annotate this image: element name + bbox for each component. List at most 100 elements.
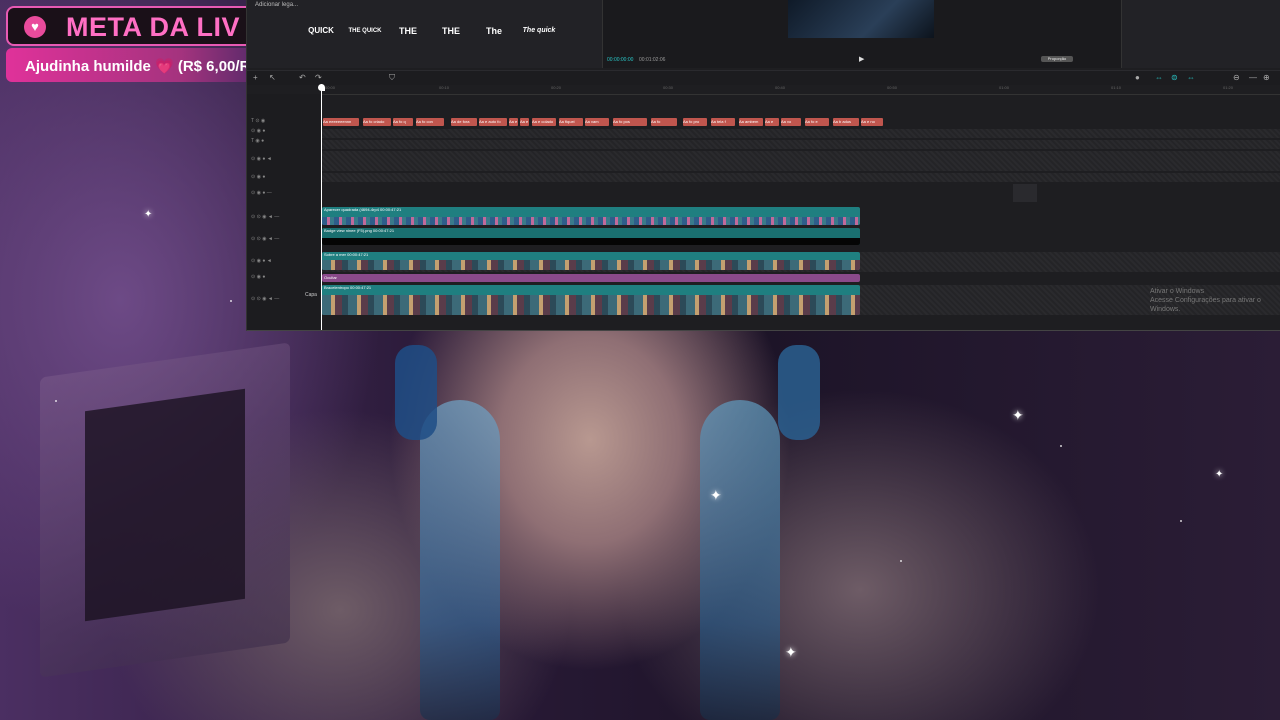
caption-clip[interactable]: Aa fo (651, 118, 677, 126)
star-dot (1180, 520, 1182, 522)
drag-ghost (1013, 184, 1037, 202)
sparkle-icon: ✦ (710, 487, 722, 503)
ruler-tick: 01:10 (1111, 85, 1122, 90)
link-icon[interactable]: ⇔ (1155, 73, 1163, 82)
caption-clip[interactable]: Aa tela f (711, 118, 735, 126)
caption-clip[interactable]: Aa fo pro (683, 118, 707, 126)
properties-panel (1122, 0, 1280, 68)
caption-clip[interactable]: Aa de fora (451, 118, 477, 126)
watermark-line: Acesse Configurações para ativar o Windo… (1150, 297, 1261, 313)
caption-clip[interactable]: Aa e auto fo (479, 118, 507, 126)
hair-right (700, 400, 780, 720)
add-caption-button[interactable]: Adicionar lega... (255, 2, 298, 8)
timecode-current: 00:00:00:00 (607, 57, 634, 63)
text-styles-panel: Adicionar lega... QUICK THE QUICK THE TH… (247, 0, 603, 68)
ruler-tick: 01:20 (1223, 85, 1234, 90)
caption-clip[interactable]: Aa fo con (416, 118, 444, 126)
clip-thumbnails (322, 217, 860, 225)
headset-right (778, 345, 820, 440)
ruler-tick: 01:00 (999, 85, 1010, 90)
star-dot (230, 300, 232, 302)
ruler-tick: 00:40 (775, 85, 786, 90)
caption-clip[interactable]: Aa b adus (833, 118, 859, 126)
caption-clip[interactable]: Aa fo pos (613, 118, 647, 126)
text-style-preset[interactable]: QUICK (303, 20, 339, 42)
track-header-video[interactable]: ⊙ ◉ ● ◄ (251, 258, 272, 264)
play-icon[interactable]: ▶ (859, 55, 864, 63)
clip-label: Bracelentropo 00:00:47:21 (324, 285, 372, 290)
clip-label: Aparecer quadrada (4694-4rp4 00:00:47:21 (324, 207, 402, 212)
sparkle-icon: ✦ (785, 644, 797, 660)
main-video-clip[interactable]: Bracelentropo 00:00:47:21 (322, 285, 860, 315)
video-preview (788, 0, 934, 38)
windows-activation-watermark: Ativar o Windows Acesse Configurações pa… (1150, 287, 1280, 314)
microphone-icon[interactable]: ● (1135, 73, 1140, 82)
audio-clip[interactable]: Ocultar (322, 274, 860, 282)
redo-icon[interactable]: ↷ (315, 73, 322, 82)
caption-clip[interactable]: Aa e colado (532, 118, 556, 126)
watermark-line: Ativar o Windows (1150, 288, 1205, 295)
cover-button[interactable]: Capa (305, 292, 317, 298)
caption-clip[interactable]: Aa fo q (393, 118, 413, 126)
empty-track (321, 140, 1280, 149)
hair-left (420, 400, 500, 720)
video-editor-window: Adicionar lega... QUICK THE QUICK THE TH… (246, 0, 1280, 331)
zoom-slider-icon[interactable]: — (1249, 73, 1257, 82)
caption-clip[interactable]: Aa fo e (805, 118, 829, 126)
clip-thumbnails (322, 260, 860, 270)
track-header-video[interactable]: ⊙ ⊙ ◉ ◄ — (251, 236, 279, 242)
track-header-text[interactable]: T ⊙ ◉ (251, 118, 265, 124)
shield-icon[interactable]: ⛉ (389, 73, 395, 83)
split-icon[interactable]: ⇔ (1187, 73, 1195, 82)
playhead[interactable] (318, 84, 325, 330)
caption-clip[interactable]: Aa e no (861, 118, 883, 126)
caption-clip[interactable]: Aa vam (585, 118, 609, 126)
track-header-text[interactable]: ⊙ ◉ ● ◄ (251, 156, 272, 162)
magnet-icon[interactable]: ⊜ (1171, 73, 1178, 82)
track-header-video[interactable]: ⊙ ◉ ● (251, 274, 265, 280)
track-header-text[interactable]: ⊙ ◉ ● (251, 128, 265, 134)
caption-clip[interactable]: Aa e (765, 118, 779, 126)
caption-clip[interactable]: Aa ambem (739, 118, 763, 126)
timecode-total: 00:01:02:06 (639, 57, 666, 63)
text-style-preset[interactable]: The (476, 20, 512, 42)
track-header-video[interactable]: ⊙ ⊙ ◉ ◄ — (251, 214, 279, 220)
sparkle-icon: ✦ (1012, 407, 1024, 423)
clip-thumbnails (322, 238, 860, 245)
text-style-preset[interactable]: The quick (519, 20, 559, 42)
sparkle-icon: ✦ (144, 209, 153, 220)
caption-clip[interactable]: Aa e (520, 118, 529, 126)
timeline-toolbar: + ↖ ↶ ↷ ⛉ ● ⇔ ⊜ ⇔ ⊖ — ⊕ (247, 70, 1280, 85)
heart-icon: ♥ (24, 16, 46, 38)
track-header-main[interactable]: ⊙ ⊙ ◉ ◄ — (251, 296, 279, 302)
clip-thumbnails (322, 295, 860, 315)
caption-track: Aa eeeeeeennn Aa fo criado Aa fo q Aa fo… (321, 118, 1280, 127)
star-dot (1060, 445, 1062, 447)
select-tool-icon[interactable]: ↖ (269, 73, 276, 82)
video-clip[interactable]: Sobre a mer 00:00:47:21 (322, 252, 860, 270)
empty-track (321, 173, 1280, 182)
undo-icon[interactable]: ↶ (299, 73, 306, 82)
caption-clip[interactable]: Aa fo criado (363, 118, 391, 126)
caption-clip[interactable]: Aa fiquei (559, 118, 583, 126)
text-style-preset[interactable]: THE (390, 20, 426, 42)
caption-clip[interactable]: Aa vo (781, 118, 801, 126)
aspect-ratio-button[interactable]: Proporção (1041, 56, 1073, 62)
clip-label: Ocultar (324, 275, 337, 280)
zoom-out-icon[interactable]: ⊖ (1233, 73, 1240, 82)
add-icon[interactable]: + (253, 73, 258, 82)
video-clip[interactable]: Aparecer quadrada (4694-4rp4 00:00:47:21 (322, 207, 860, 225)
track-header-text[interactable]: ⊙ ◉ ● — (251, 190, 272, 196)
ruler-tick: 00:00 (325, 85, 336, 90)
zoom-in-icon[interactable]: ⊕ (1263, 73, 1270, 82)
image-clip[interactable]: Badge view ninee (F5).png 00:00:47:21 (322, 228, 860, 245)
clip-label: Sobre a mer 00:00:47:21 (324, 252, 369, 257)
caption-clip[interactable]: Aa eeeeeeennn (323, 118, 359, 126)
track-header-text[interactable]: ⊙ ◉ ● (251, 174, 265, 180)
clip-label: Badge view ninee (F5).png 00:00:47:21 (324, 228, 395, 233)
timeline-ruler[interactable]: 00:00 00:10 00:20 00:30 00:40 00:50 01:0… (321, 84, 1280, 95)
track-header-text[interactable]: T ◉ ● (251, 138, 264, 144)
text-style-preset[interactable]: THE QUICK (347, 20, 383, 42)
text-style-preset[interactable]: THE (433, 20, 469, 42)
caption-clip[interactable]: Aa e (509, 118, 518, 126)
